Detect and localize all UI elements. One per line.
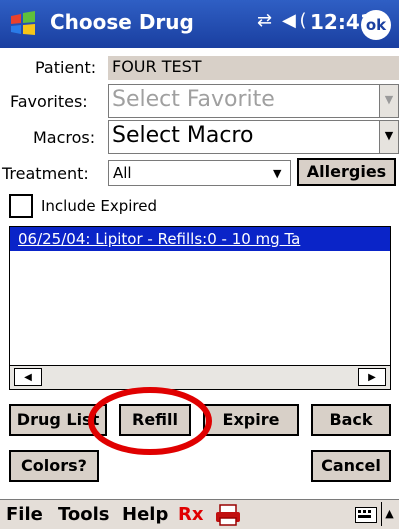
chevron-up-icon[interactable]: ▲ [381, 502, 397, 526]
printer-icon[interactable] [214, 503, 242, 531]
chevron-down-icon[interactable]: ▼ [379, 121, 398, 153]
speaker-icon[interactable]: ◀ ( [282, 10, 306, 31]
horizontal-scrollbar[interactable]: ◀ ▶ [10, 365, 390, 389]
chevron-down-icon[interactable]: ▼ [273, 167, 281, 180]
macros-dropdown[interactable]: Select Macro ▼ [108, 120, 399, 154]
macros-value: Select Macro [112, 123, 254, 148]
rx-menu[interactable]: Rx [178, 504, 203, 525]
window-title: Choose Drug [50, 10, 194, 34]
expire-button[interactable]: Expire [203, 404, 299, 436]
scroll-right-icon[interactable]: ▶ [358, 368, 386, 386]
patient-label: Patient: [35, 58, 97, 77]
menu-file[interactable]: File [6, 504, 43, 525]
treatment-dropdown[interactable]: All ▼ [108, 160, 291, 186]
chevron-down-icon[interactable]: ▼ [379, 85, 398, 117]
list-item[interactable]: 06/25/04: Lipitor - Refills:0 - 10 mg Ta [10, 227, 390, 251]
drug-listbox[interactable]: 06/25/04: Lipitor - Refills:0 - 10 mg Ta… [9, 226, 391, 390]
menu-help[interactable]: Help [122, 504, 168, 525]
favorites-value: Select Favorite [112, 87, 275, 112]
patient-value: FOUR TEST [108, 56, 399, 80]
menu-tools[interactable]: Tools [58, 504, 110, 525]
refill-button[interactable]: Refill [119, 404, 191, 436]
favorites-dropdown[interactable]: Select Favorite ▼ [108, 84, 399, 118]
connectivity-icon[interactable]: ⇄ [257, 10, 272, 31]
colors-button[interactable]: Colors? [9, 450, 99, 482]
include-expired-label[interactable]: Include Expired [41, 197, 157, 215]
macros-label: Macros: [33, 128, 96, 147]
treatment-value: All [113, 164, 132, 182]
menu-bar: File Tools Help Rx ▲ [0, 499, 399, 529]
scroll-left-icon[interactable]: ◀ [14, 368, 42, 386]
back-button[interactable]: Back [311, 404, 391, 436]
cancel-button[interactable]: Cancel [311, 450, 391, 482]
treatment-label: Treatment: [2, 164, 89, 183]
windows-start-icon[interactable] [8, 9, 38, 39]
drug-list-button[interactable]: Drug List [9, 404, 107, 436]
favorites-label: Favorites: [10, 92, 88, 111]
ok-button[interactable]: ok [361, 10, 391, 40]
title-bar: Choose Drug ⇄ ◀ ( 12:41 ok [0, 0, 399, 48]
include-expired-checkbox[interactable] [9, 194, 33, 218]
keyboard-icon[interactable] [355, 507, 377, 527]
allergies-button[interactable]: Allergies [297, 158, 396, 186]
